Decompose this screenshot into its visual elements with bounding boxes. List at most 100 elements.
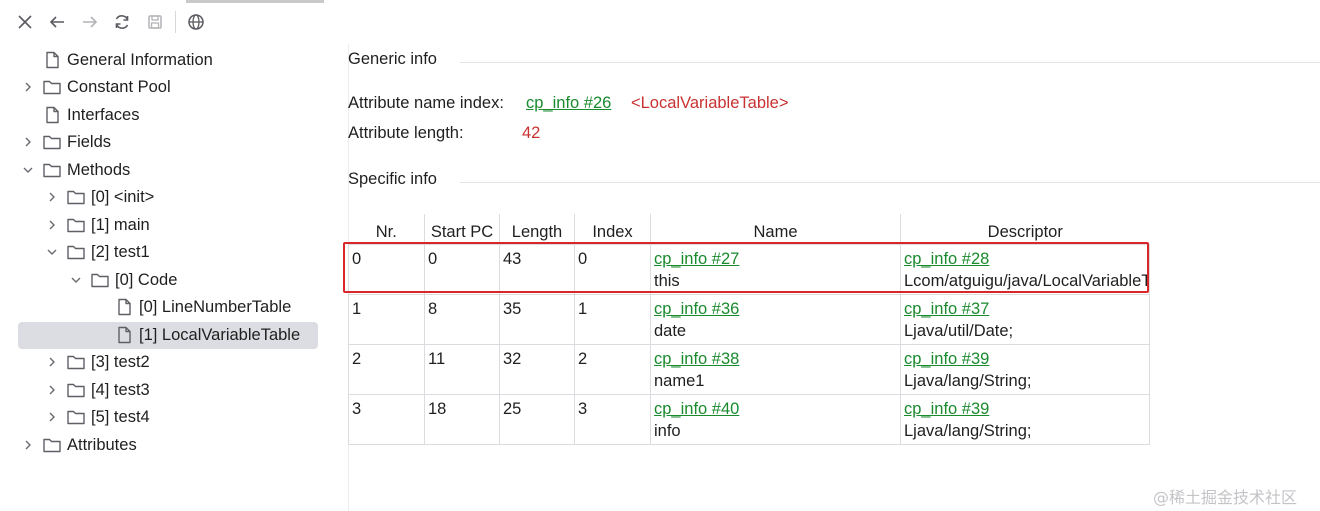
column-header[interactable]: Name — [650, 214, 901, 245]
column-header[interactable]: Start PC — [424, 214, 500, 245]
name-value: info — [654, 422, 681, 440]
section-separator — [460, 182, 1320, 183]
folder-icon — [66, 216, 86, 234]
tree-item[interactable]: [0] <init> — [18, 184, 318, 211]
tree-item[interactable]: General Information — [18, 47, 318, 74]
section-separator — [460, 62, 1320, 63]
file-icon — [114, 298, 134, 316]
table-row[interactable]: 2 11 32 2 cp_info #38 name1 cp_info #39 Ljava/l… — [348, 344, 1150, 395]
toolbar-separator — [175, 11, 176, 33]
tree-item[interactable]: Fields — [18, 129, 318, 156]
tree-item[interactable]: Attributes — [18, 432, 318, 459]
tree-item[interactable]: [2] test1 — [18, 239, 318, 266]
save-icon[interactable] — [142, 9, 168, 35]
chevron-down-icon[interactable] — [45, 245, 59, 259]
descriptor-cp-info-link[interactable]: cp_info #39 — [904, 348, 1149, 370]
name-cp-info-link[interactable]: cp_info #36 — [654, 298, 900, 320]
close-icon[interactable] — [12, 9, 38, 35]
folder-icon — [42, 161, 62, 179]
back-arrow-icon[interactable] — [44, 9, 70, 35]
cell-nr: 1 — [348, 294, 425, 345]
chevron-right-icon[interactable] — [21, 135, 35, 149]
column-header[interactable]: Index — [574, 214, 651, 245]
folder-icon — [66, 408, 86, 426]
column-header[interactable]: Nr. — [348, 214, 425, 245]
file-icon — [114, 326, 134, 344]
active-tab-indicator — [186, 0, 324, 3]
tree-item[interactable]: [1] LocalVariableTable — [18, 322, 318, 349]
cell-index: 3 — [574, 394, 651, 445]
generic-info-title: Generic info — [348, 50, 437, 68]
watermark: @稀土掘金技术社区 — [1153, 488, 1298, 507]
tree-item-label: Interfaces — [67, 106, 140, 124]
tree-item-label: [1] main — [91, 216, 150, 234]
cell-start-pc: 11 — [424, 344, 500, 395]
name-cp-info-link[interactable]: cp_info #40 — [654, 398, 900, 420]
tree-item[interactable]: [4] test3 — [18, 377, 318, 404]
chevron-down-icon[interactable] — [69, 273, 83, 287]
refresh-icon[interactable] — [109, 9, 135, 35]
folder-icon — [90, 271, 110, 289]
cell-descriptor: cp_info #39 Ljava/lang/String; — [900, 394, 1150, 445]
tree-item[interactable]: Interfaces — [18, 102, 318, 129]
tree-item-label: [0] Code — [115, 271, 178, 289]
cell-length: 35 — [499, 294, 575, 345]
tree-item-label: Attributes — [67, 436, 137, 454]
tree-item[interactable]: [1] main — [18, 212, 318, 239]
cell-index: 2 — [574, 344, 651, 395]
tree-item[interactable]: [3] test2 — [18, 349, 318, 376]
tree-item-label: [5] test4 — [91, 408, 150, 426]
descriptor-cp-info-link[interactable]: cp_info #37 — [904, 298, 1149, 320]
chevron-right-icon[interactable] — [45, 410, 59, 424]
cell-name: cp_info #40 info — [650, 394, 901, 445]
folder-icon — [42, 436, 62, 454]
tree-item-label: [1] LocalVariableTable — [139, 326, 301, 344]
chevron-right-icon[interactable] — [21, 438, 35, 452]
tree-item[interactable]: [5] test4 — [18, 404, 318, 431]
tree-item[interactable]: [0] LineNumberTable — [18, 294, 318, 321]
chevron-right-icon[interactable] — [45, 190, 59, 204]
descriptor-value: Ljava/util/Date; — [904, 322, 1014, 340]
column-header[interactable]: Length — [499, 214, 575, 245]
column-header[interactable]: Descriptor — [901, 214, 1150, 245]
tree-item[interactable]: [0] Code — [18, 267, 318, 294]
table-header: Nr. Start PC Length Index Name Descriptor — [348, 214, 1150, 245]
name-cp-info-link[interactable]: cp_info #38 — [654, 348, 900, 370]
folder-icon — [42, 133, 62, 151]
table-row[interactable]: 1 8 35 1 cp_info #36 date cp_info #37 Ljava/uti… — [348, 294, 1150, 345]
table-row[interactable]: 3 18 25 3 cp_info #40 info cp_info #39 Ljava/la… — [348, 394, 1150, 445]
tree-item-label: [2] test1 — [91, 243, 150, 261]
forward-arrow-icon[interactable] — [77, 9, 103, 35]
file-icon — [42, 51, 62, 69]
tree-item-label: General Information — [67, 51, 213, 69]
chevron-down-icon[interactable] — [21, 163, 35, 177]
attribute-length-label: Attribute length: — [348, 124, 464, 142]
tree-item-label: [0] <init> — [91, 188, 155, 206]
highlight-box — [343, 242, 1149, 293]
chevron-right-icon[interactable] — [21, 80, 35, 94]
cell-index: 1 — [574, 294, 651, 345]
cell-nr: 2 — [348, 344, 425, 395]
cell-length: 25 — [499, 394, 575, 445]
cell-start-pc: 8 — [424, 294, 500, 345]
specific-info-title: Specific info — [348, 170, 437, 188]
chevron-right-icon[interactable] — [45, 218, 59, 232]
folder-icon — [42, 78, 62, 96]
attribute-length-value: 42 — [522, 124, 541, 142]
name-value: name1 — [654, 372, 705, 390]
name-value: date — [654, 322, 687, 340]
tree-item-label: Fields — [67, 133, 112, 151]
cell-descriptor: cp_info #39 Ljava/lang/String; — [900, 344, 1150, 395]
attribute-name-index-link[interactable]: cp_info #26 — [526, 94, 611, 113]
chevron-right-icon[interactable] — [45, 383, 59, 397]
tree-item[interactable]: Methods — [18, 157, 318, 184]
cell-name: cp_info #36 date — [650, 294, 901, 345]
descriptor-cp-info-link[interactable]: cp_info #39 — [904, 398, 1149, 420]
tree-item[interactable]: Constant Pool — [18, 74, 318, 101]
globe-icon[interactable] — [183, 9, 209, 35]
chevron-right-icon[interactable] — [45, 355, 59, 369]
folder-icon — [66, 353, 86, 371]
cell-descriptor: cp_info #37 Ljava/util/Date; — [900, 294, 1150, 345]
folder-icon — [66, 243, 86, 261]
folder-icon — [66, 381, 86, 399]
